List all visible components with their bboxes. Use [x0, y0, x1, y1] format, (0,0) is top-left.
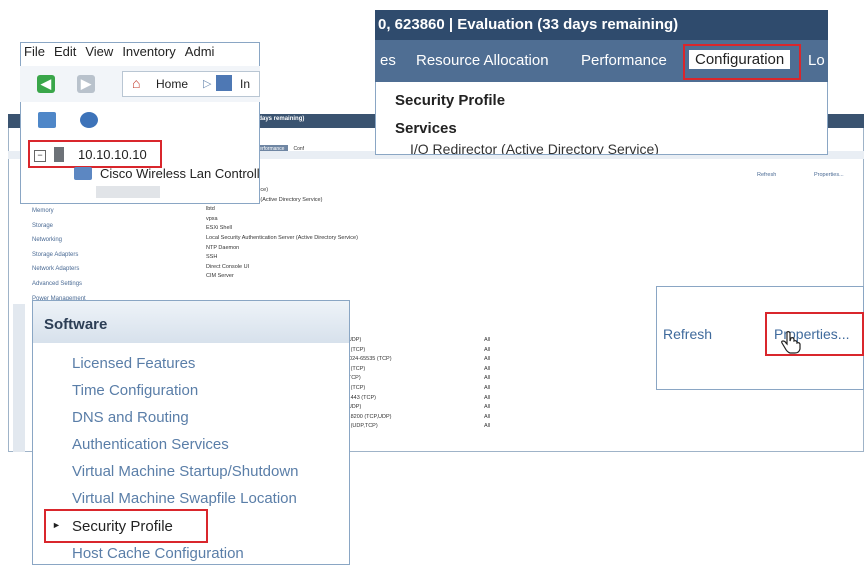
all-cell: All — [484, 394, 491, 401]
service-row: CIM Server — [206, 273, 234, 280]
service-row: Local Security Authentication Server (Ac… — [206, 234, 358, 241]
software-item-host-cache-configuration[interactable]: Host Cache Configuration — [72, 545, 244, 562]
highlight-security-profile — [44, 509, 208, 543]
refresh-link[interactable]: Refresh — [663, 326, 712, 342]
background-side-strip — [13, 304, 25, 452]
background-all-column: All All All All All All All All All All — [484, 336, 490, 432]
software-item-dns-and-routing[interactable]: DNS and Routing — [72, 409, 189, 426]
tab-local-users[interactable]: Lo — [808, 52, 825, 69]
tree-item-vm[interactable]: Cisco Wireless Lan Controll — [100, 166, 260, 181]
section-title-services: Services — [395, 120, 457, 137]
service-io-redirector: I/O Redirector (Active Directory Service… — [410, 142, 659, 154]
software-item-licensed-features[interactable]: Licensed Features — [72, 355, 195, 372]
port-cell: (TCP) — [346, 375, 361, 382]
service-row-clipped: I/O Redirector (Active Directory Service… — [410, 142, 710, 154]
software-item-authentication-services[interactable]: Authentication Services — [72, 436, 229, 453]
menu-bar: File Edit View Inventory Admi — [24, 44, 223, 59]
all-cell: All — [484, 423, 491, 430]
service-row: vpxa — [206, 215, 218, 222]
breadcrumb-separator-icon: ▷ — [203, 78, 212, 90]
tab-partial[interactable]: es — [380, 52, 396, 69]
software-title: Software — [44, 316, 108, 333]
home-icon: ⌂ — [132, 75, 141, 91]
port-cell: 2,443 (TCP) — [346, 394, 376, 401]
hand-cursor-icon — [781, 331, 801, 354]
menu-view[interactable]: View — [85, 44, 113, 59]
background-properties-link[interactable]: Properties... — [814, 172, 844, 178]
software-item-vm-swapfile-location[interactable]: Virtual Machine Swapfile Location — [72, 490, 297, 507]
software-item-time-configuration[interactable]: Time Configuration — [72, 382, 198, 399]
inventory-icon — [216, 75, 232, 91]
port-cell: 1024-65535 (TCP) — [346, 356, 392, 363]
tree-item-placeholder — [96, 186, 160, 198]
add-host-icon[interactable] — [38, 112, 56, 128]
nav-item-networking[interactable]: Networking — [32, 233, 86, 248]
all-cell: All — [484, 413, 491, 420]
highlight-host — [28, 140, 162, 168]
nav-item-network-adapters[interactable]: Network Adapters — [32, 262, 86, 277]
service-row: lbtd — [206, 206, 215, 213]
breadcrumb-inventory[interactable]: In — [240, 77, 250, 91]
all-cell: All — [484, 346, 491, 353]
back-button[interactable]: ◀ — [37, 75, 55, 93]
all-cell: All — [484, 404, 491, 411]
section-title-security-profile: Security Profile — [395, 92, 506, 109]
port-cell: (UDP) — [346, 337, 362, 343]
tab-performance[interactable]: Performance — [581, 52, 667, 69]
nav-item-advanced-settings[interactable]: Advanced Settings — [32, 277, 86, 292]
service-row: Direct Console UI — [206, 263, 250, 270]
port-cell: 9 (TCP) — [346, 365, 366, 372]
port-cell: 0,8200 (TCP,UDP) — [346, 413, 392, 420]
port-cell: 0 (TCP) — [346, 346, 366, 353]
background-ports-column: (UDP) 0 (TCP) 1024-65535 (TCP) 9 (TCP) (… — [346, 336, 392, 432]
menu-file[interactable]: File — [24, 44, 45, 59]
service-row: SSH — [206, 254, 218, 261]
port-cell: 2 (TCP) — [346, 384, 366, 391]
all-cell: All — [484, 384, 491, 391]
highlight-configuration-tab — [683, 44, 801, 80]
nav-item-storage-adapters[interactable]: Storage Adapters — [32, 248, 86, 263]
all-cell: All — [484, 337, 491, 343]
menu-inventory[interactable]: Inventory — [122, 44, 175, 59]
back-arrow-icon: ◀ — [41, 76, 51, 91]
new-vm-icon[interactable] — [80, 112, 98, 128]
config-title: 0, 623860 | Evaluation (33 days remainin… — [378, 16, 679, 33]
port-cell: 7 (UDP,TCP) — [346, 423, 378, 430]
background-refresh-link[interactable]: Refresh — [757, 172, 776, 178]
service-row: ESXi Shell — [206, 225, 232, 232]
vm-icon — [74, 167, 92, 180]
all-cell: All — [484, 375, 491, 382]
background-hardware-nav: Memory Storage Networking Storage Adapte… — [32, 204, 86, 306]
tab-resource-allocation[interactable]: Resource Allocation — [416, 52, 549, 69]
port-cell: (UDP) — [346, 404, 362, 411]
menu-edit[interactable]: Edit — [54, 44, 76, 59]
forward-arrow-icon: ▶ — [81, 76, 91, 91]
nav-item-memory[interactable]: Memory — [32, 204, 86, 219]
software-item-vm-startup-shutdown[interactable]: Virtual Machine Startup/Shutdown — [72, 463, 299, 480]
forward-button[interactable]: ▶ — [77, 75, 95, 93]
all-cell: All — [484, 356, 491, 363]
nav-item-storage[interactable]: Storage — [32, 219, 86, 234]
breadcrumb-home[interactable]: Home — [156, 77, 188, 91]
service-row: NTP Daemon — [206, 244, 240, 251]
menu-administration[interactable]: Admi — [185, 44, 215, 59]
all-cell: All — [484, 365, 491, 372]
